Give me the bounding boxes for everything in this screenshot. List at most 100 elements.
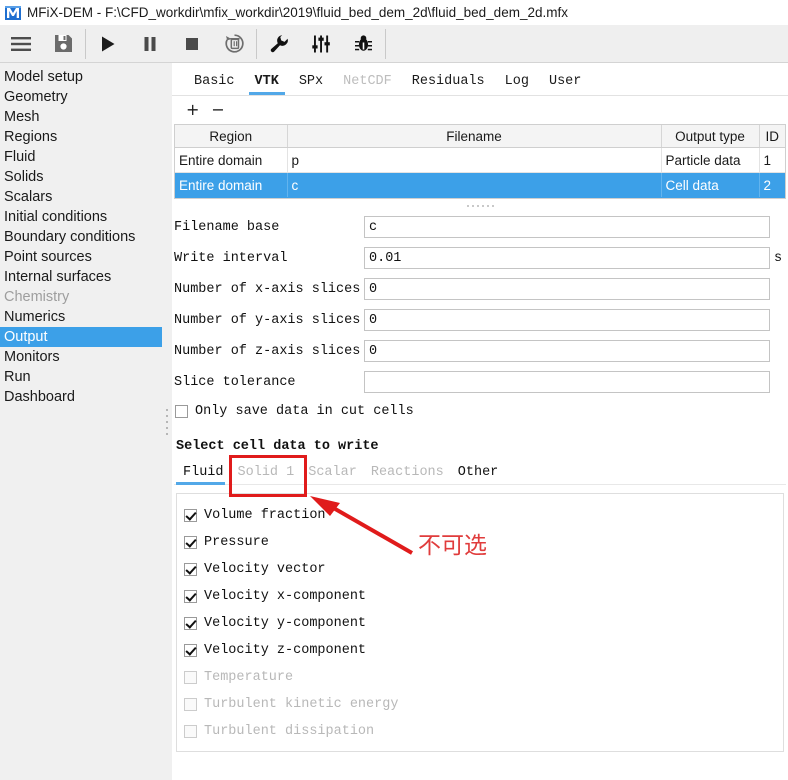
menu-button[interactable] — [0, 25, 42, 62]
tab-netcdf-label: NetCDF — [333, 74, 402, 89]
cell-region[interactable]: Entire domain — [175, 173, 287, 198]
sidebar-item-dashboard[interactable]: Dashboard — [0, 387, 162, 407]
sidebar-item-initial-conditions[interactable]: Initial conditions — [0, 207, 162, 227]
column-header-id[interactable]: ID — [759, 125, 785, 148]
cell-output-type[interactable]: Cell data — [661, 173, 759, 198]
slice-tolerance-label: Slice tolerance — [174, 375, 364, 390]
subtab-fluid[interactable]: Fluid — [176, 465, 231, 484]
sidebar-item-model-setup[interactable]: Model setup — [0, 67, 162, 87]
sidebar-item-regions[interactable]: Regions — [0, 127, 162, 147]
settings-button[interactable] — [258, 25, 300, 62]
debug-button[interactable] — [342, 25, 384, 62]
sidebar-item-mesh[interactable]: Mesh — [0, 107, 162, 127]
sidebar-item-solids[interactable]: Solids — [0, 167, 162, 187]
parameters-button[interactable] — [300, 25, 342, 62]
toolbar-separator-2 — [256, 29, 257, 59]
sidebar-item-monitors[interactable]: Monitors — [0, 347, 162, 367]
checkbox-velocity-y[interactable]: Velocity y-component — [183, 611, 777, 635]
output-pane: Basic VTK SPx NetCDF Residuals Log User … — [172, 63, 788, 780]
subtab-scalar-label: Scalar — [301, 465, 364, 480]
splitter-grip — [166, 409, 168, 435]
checkbox-box-icon — [184, 617, 197, 630]
vtk-output-table: Region Filename Output type ID Entire do… — [174, 124, 786, 199]
subtab-reactions-label: Reactions — [364, 465, 451, 480]
tab-vtk-label: VTK — [245, 74, 289, 89]
x-slices-input[interactable]: 0 — [364, 278, 770, 300]
stop-button[interactable] — [171, 25, 213, 62]
slice-tolerance-input[interactable] — [364, 371, 770, 393]
tab-user[interactable]: User — [539, 74, 591, 95]
checkbox-volume-fraction[interactable]: Volume fraction — [183, 503, 777, 527]
sidebar-item-chemistry: Chemistry — [0, 287, 162, 307]
checkbox-label: Velocity z-component — [204, 643, 366, 658]
vtk-settings-form: Filename base c Write interval 0.01 s Nu… — [172, 213, 788, 752]
checkbox-temperature: Temperature — [183, 665, 777, 689]
tab-basic[interactable]: Basic — [184, 74, 245, 95]
checkbox-box-icon — [184, 563, 197, 576]
z-slices-input[interactable]: 0 — [364, 340, 770, 362]
checkbox-only-cut-cells[interactable]: Only save data in cut cells — [174, 399, 786, 423]
cell-region[interactable]: Entire domain — [175, 148, 287, 173]
sidebar-item-scalars[interactable]: Scalars — [0, 187, 162, 207]
subtab-solid-1-label: Solid 1 — [231, 465, 302, 480]
checkbox-box-icon — [184, 671, 197, 684]
filename-base-input[interactable]: c — [364, 216, 770, 238]
pause-button[interactable] — [129, 25, 171, 62]
table-row[interactable]: Entire domain c Cell data 2 — [175, 173, 785, 198]
sidebar-splitter[interactable] — [162, 63, 172, 780]
checkbox-velocity-x[interactable]: Velocity x-component — [183, 584, 777, 608]
table-row[interactable]: Entire domain p Particle data 1 — [175, 148, 785, 173]
checkbox-label: Temperature — [204, 670, 293, 685]
toolbar-separator-1 — [85, 29, 86, 59]
cell-filename[interactable]: c — [287, 173, 661, 198]
cell-id[interactable]: 1 — [759, 148, 785, 173]
y-slices-input[interactable]: 0 — [364, 309, 770, 331]
sidebar-item-geometry[interactable]: Geometry — [0, 87, 162, 107]
write-interval-unit: s — [770, 251, 786, 266]
tab-spx[interactable]: SPx — [289, 74, 333, 95]
cell-filename[interactable]: p — [287, 148, 661, 173]
cell-data-subtabs: Fluid Solid 1 Scalar Reactions Other — [174, 460, 786, 485]
subtab-solid-1: Solid 1 — [231, 465, 302, 484]
checkbox-box-icon — [184, 644, 197, 657]
run-button[interactable] — [87, 25, 129, 62]
checkbox-label: Pressure — [204, 535, 269, 550]
reset-button[interactable] — [213, 25, 255, 62]
pane-splitter[interactable] — [172, 199, 788, 213]
remove-row-button[interactable]: − — [211, 102, 224, 118]
cell-data-checkbox-list: Volume fraction Pressure Velocity vector… — [176, 493, 784, 752]
sidebar-item-output[interactable]: Output — [0, 327, 162, 347]
sidebar-item-internal-surfaces[interactable]: Internal surfaces — [0, 267, 162, 287]
column-header-filename[interactable]: Filename — [287, 125, 661, 148]
tab-vtk[interactable]: VTK — [245, 74, 289, 95]
cell-id[interactable]: 2 — [759, 173, 785, 198]
sidebar-item-run[interactable]: Run — [0, 367, 162, 387]
write-interval-input[interactable]: 0.01 — [364, 247, 770, 269]
splitter-grip — [467, 205, 494, 207]
tab-residuals[interactable]: Residuals — [402, 74, 495, 95]
subtab-other[interactable]: Other — [451, 465, 506, 484]
pause-icon — [141, 35, 159, 53]
checkbox-label: Volume fraction — [204, 508, 326, 523]
toolbar-group-file — [0, 25, 84, 62]
sidebar-item-boundary-conditions[interactable]: Boundary conditions — [0, 227, 162, 247]
add-row-button[interactable]: + — [186, 102, 199, 118]
sidebar-item-point-sources[interactable]: Point sources — [0, 247, 162, 267]
save-button[interactable] — [42, 25, 84, 62]
checkbox-box-icon — [184, 509, 197, 522]
sidebar-item-fluid[interactable]: Fluid — [0, 147, 162, 167]
cell-output-type[interactable]: Particle data — [661, 148, 759, 173]
reset-trash-icon — [224, 33, 245, 54]
column-header-region[interactable]: Region — [175, 125, 287, 148]
subtab-other-label: Other — [451, 465, 506, 480]
checkbox-velocity-vector[interactable]: Velocity vector — [183, 557, 777, 581]
toolbar-group-tools — [258, 25, 384, 62]
sidebar-item-numerics[interactable]: Numerics — [0, 307, 162, 327]
checkbox-velocity-z[interactable]: Velocity z-component — [183, 638, 777, 662]
tab-basic-label: Basic — [184, 74, 245, 89]
tab-log[interactable]: Log — [495, 74, 539, 95]
column-header-output-type[interactable]: Output type — [661, 125, 759, 148]
checkbox-box-icon — [184, 590, 197, 603]
tab-user-label: User — [539, 74, 591, 89]
checkbox-pressure[interactable]: Pressure — [183, 530, 777, 554]
